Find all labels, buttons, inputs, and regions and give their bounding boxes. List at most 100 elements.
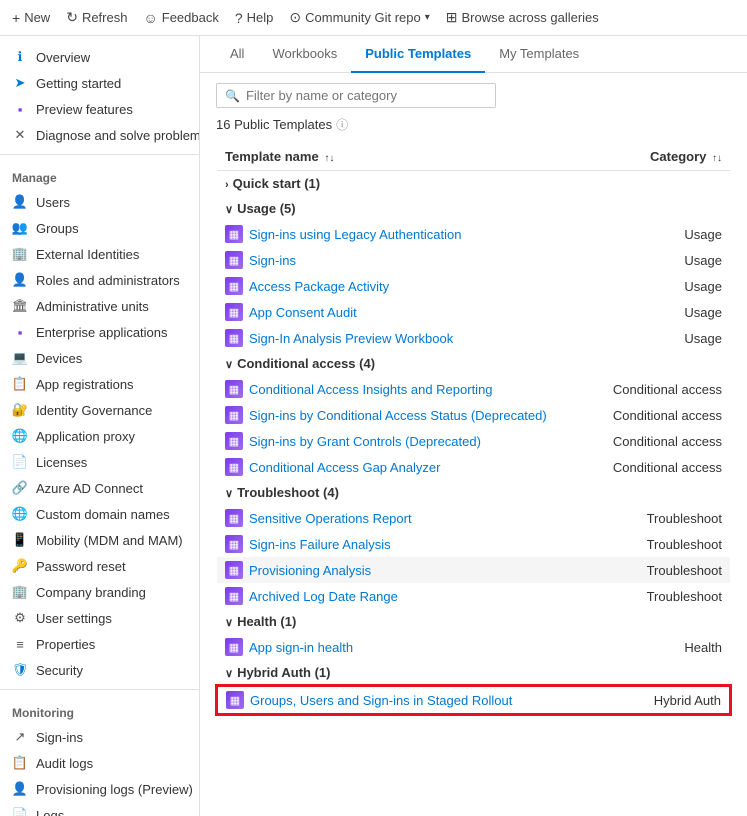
sidebar-item-roles-label: Roles and administrators	[36, 273, 180, 288]
sidebar-item-mobility[interactable]: 📱 Mobility (MDM and MAM)	[0, 527, 199, 553]
search-bar[interactable]: 🔍	[216, 83, 496, 108]
template-link[interactable]: Groups, Users and Sign-ins in Staged Rol…	[250, 693, 512, 708]
sidebar-item-users[interactable]: 👤 Users	[0, 189, 199, 215]
template-link[interactable]: App sign-in health	[249, 640, 353, 655]
toolbar-feedback[interactable]: ☺ Feedback	[143, 10, 218, 26]
sidebar-item-security[interactable]: 🛡 Security	[0, 657, 199, 683]
sidebar-item-roles[interactable]: 👤 Roles and administrators	[0, 267, 199, 293]
sidebar-item-security-label: Security	[36, 663, 83, 678]
sidebar-item-groups-label: Groups	[36, 221, 79, 236]
sidebar-item-app-registrations[interactable]: 📋 App registrations	[0, 371, 199, 397]
chevron-icon: ∨	[225, 488, 233, 500]
sidebar-item-logs[interactable]: 📄 Logs	[0, 802, 199, 816]
tab-my-templates[interactable]: My Templates	[485, 36, 593, 73]
sidebar-item-custom-domains[interactable]: 🌐 Custom domain names	[0, 501, 199, 527]
template-icon: ▦	[225, 587, 243, 605]
template-link[interactable]: Archived Log Date Range	[249, 589, 398, 604]
sidebar-item-sign-ins-label: Sign-ins	[36, 730, 83, 745]
template-link[interactable]: Sensitive Operations Report	[249, 511, 412, 526]
template-name-cell: ▦ Sign-ins	[217, 247, 591, 273]
template-icon: ▦	[225, 458, 243, 476]
sidebar-item-mobility-label: Mobility (MDM and MAM)	[36, 533, 183, 548]
toolbar-help[interactable]: ? Help	[235, 10, 274, 26]
template-category-cell: Usage	[591, 221, 730, 247]
toolbar-new[interactable]: + New	[12, 10, 50, 26]
sidebar-item-getting-started[interactable]: ➤ Getting started	[0, 70, 199, 96]
template-name-cell: ▦ Sign-ins Failure Analysis	[217, 531, 591, 557]
toolbar-refresh[interactable]: ↻ Refresh	[66, 9, 127, 26]
toolbar-browse[interactable]: ⊞ Browse across galleries	[446, 9, 599, 26]
sidebar-item-licenses[interactable]: 📄 Licenses	[0, 449, 199, 475]
sidebar-item-identity-governance[interactable]: 🔐 Identity Governance	[0, 397, 199, 423]
audit-logs-icon: 📋	[12, 755, 28, 771]
template-name-cell: ▦ Provisioning Analysis	[217, 557, 591, 583]
sort-name-icon: ↑↓	[324, 153, 334, 164]
template-link[interactable]: Sign-ins by Grant Controls (Deprecated)	[249, 434, 481, 449]
toolbar-git[interactable]: ⊙ Community Git repo ▾	[289, 9, 429, 26]
template-link[interactable]: Conditional Access Gap Analyzer	[249, 460, 441, 475]
sidebar-item-company-branding[interactable]: 🏢 Company branding	[0, 579, 199, 605]
col-header-name[interactable]: Template name ↑↓	[217, 143, 591, 171]
sidebar-item-preview-features[interactable]: ▪ Preview features	[0, 96, 199, 122]
template-table: Template name ↑↓ Category ↑↓ ›Quick star…	[216, 143, 731, 715]
table-row: ▦ Sign-ins Failure Analysis Troubleshoot	[217, 531, 730, 557]
sidebar-item-users-label: Users	[36, 195, 70, 210]
template-name-cell: ▦ Sign-ins using Legacy Authentication	[217, 221, 591, 247]
template-link[interactable]: Sign-In Analysis Preview Workbook	[249, 331, 453, 346]
group-row[interactable]: ∨Troubleshoot (4)	[217, 480, 730, 505]
sidebar-item-sign-ins[interactable]: ↗ Sign-ins	[0, 724, 199, 750]
sidebar-item-password-reset[interactable]: 🔑 Password reset	[0, 553, 199, 579]
sidebar-item-identity-governance-label: Identity Governance	[36, 403, 152, 418]
sidebar-item-enterprise-apps-label: Enterprise applications	[36, 325, 168, 340]
template-link[interactable]: Sign-ins Failure Analysis	[249, 537, 391, 552]
sidebar-item-devices[interactable]: 💻 Devices	[0, 345, 199, 371]
template-link[interactable]: Sign-ins by Conditional Access Status (D…	[249, 408, 547, 423]
group-row-cell: ∨Hybrid Auth (1)	[217, 660, 730, 686]
security-icon: 🛡	[12, 662, 28, 678]
template-link[interactable]: Sign-ins	[249, 253, 296, 268]
sidebar-item-provisioning-logs[interactable]: 👤 Provisioning logs (Preview)	[0, 776, 199, 802]
sidebar-item-azure-ad-connect[interactable]: 🔗 Azure AD Connect	[0, 475, 199, 501]
group-row[interactable]: ∨Health (1)	[217, 609, 730, 634]
sidebar-item-app-registrations-label: App registrations	[36, 377, 134, 392]
template-category-cell: Usage	[591, 325, 730, 351]
sidebar-item-audit-logs[interactable]: 📋 Audit logs	[0, 750, 199, 776]
sidebar-item-diagnose[interactable]: ✕ Diagnose and solve problems	[0, 122, 199, 148]
sidebar-item-company-branding-label: Company branding	[36, 585, 146, 600]
template-category-cell: Troubleshoot	[591, 531, 730, 557]
group-row[interactable]: ›Quick start (1)	[217, 171, 730, 197]
group-row[interactable]: ∨Conditional access (4)	[217, 351, 730, 376]
sidebar-item-user-settings[interactable]: ⚙ User settings	[0, 605, 199, 631]
template-icon: ▦	[225, 225, 243, 243]
info-icon[interactable]: ⓘ	[336, 116, 348, 133]
template-category-cell: Conditional access	[591, 376, 730, 402]
template-link[interactable]: Conditional Access Insights and Reportin…	[249, 382, 493, 397]
sidebar-item-groups[interactable]: 👥 Groups	[0, 215, 199, 241]
tab-public-templates[interactable]: Public Templates	[351, 36, 485, 73]
sidebar-item-external-identities[interactable]: 🏢 External Identities	[0, 241, 199, 267]
template-link[interactable]: Sign-ins using Legacy Authentication	[249, 227, 461, 242]
template-link[interactable]: App Consent Audit	[249, 305, 357, 320]
template-icon: ▦	[225, 509, 243, 527]
group-row[interactable]: ∨Usage (5)	[217, 196, 730, 221]
sidebar-item-properties[interactable]: ≡ Properties	[0, 631, 199, 657]
template-icon: ▦	[225, 638, 243, 656]
sidebar-item-admin-units[interactable]: 🏛 Administrative units	[0, 293, 199, 319]
admin-units-icon: 🏛	[12, 298, 28, 314]
template-icon: ▦	[225, 277, 243, 295]
sidebar-item-admin-units-label: Administrative units	[36, 299, 149, 314]
template-link[interactable]: Provisioning Analysis	[249, 563, 371, 578]
git-icon: ⊙	[289, 9, 301, 26]
group-row[interactable]: ∨Hybrid Auth (1)	[217, 660, 730, 686]
sidebar-item-app-proxy[interactable]: 🌐 Application proxy	[0, 423, 199, 449]
template-name-cell: ▦ Archived Log Date Range	[217, 583, 591, 609]
col-header-category[interactable]: Category ↑↓	[591, 143, 730, 171]
template-icon: ▦	[225, 561, 243, 579]
search-input[interactable]	[246, 88, 487, 103]
template-category-cell: Conditional access	[591, 402, 730, 428]
sidebar-item-overview[interactable]: ℹ Overview	[0, 44, 199, 70]
tab-workbooks[interactable]: Workbooks	[258, 36, 351, 73]
sidebar-item-enterprise-apps[interactable]: ▪ Enterprise applications	[0, 319, 199, 345]
template-link[interactable]: Access Package Activity	[249, 279, 389, 294]
tab-all[interactable]: All	[216, 36, 258, 73]
